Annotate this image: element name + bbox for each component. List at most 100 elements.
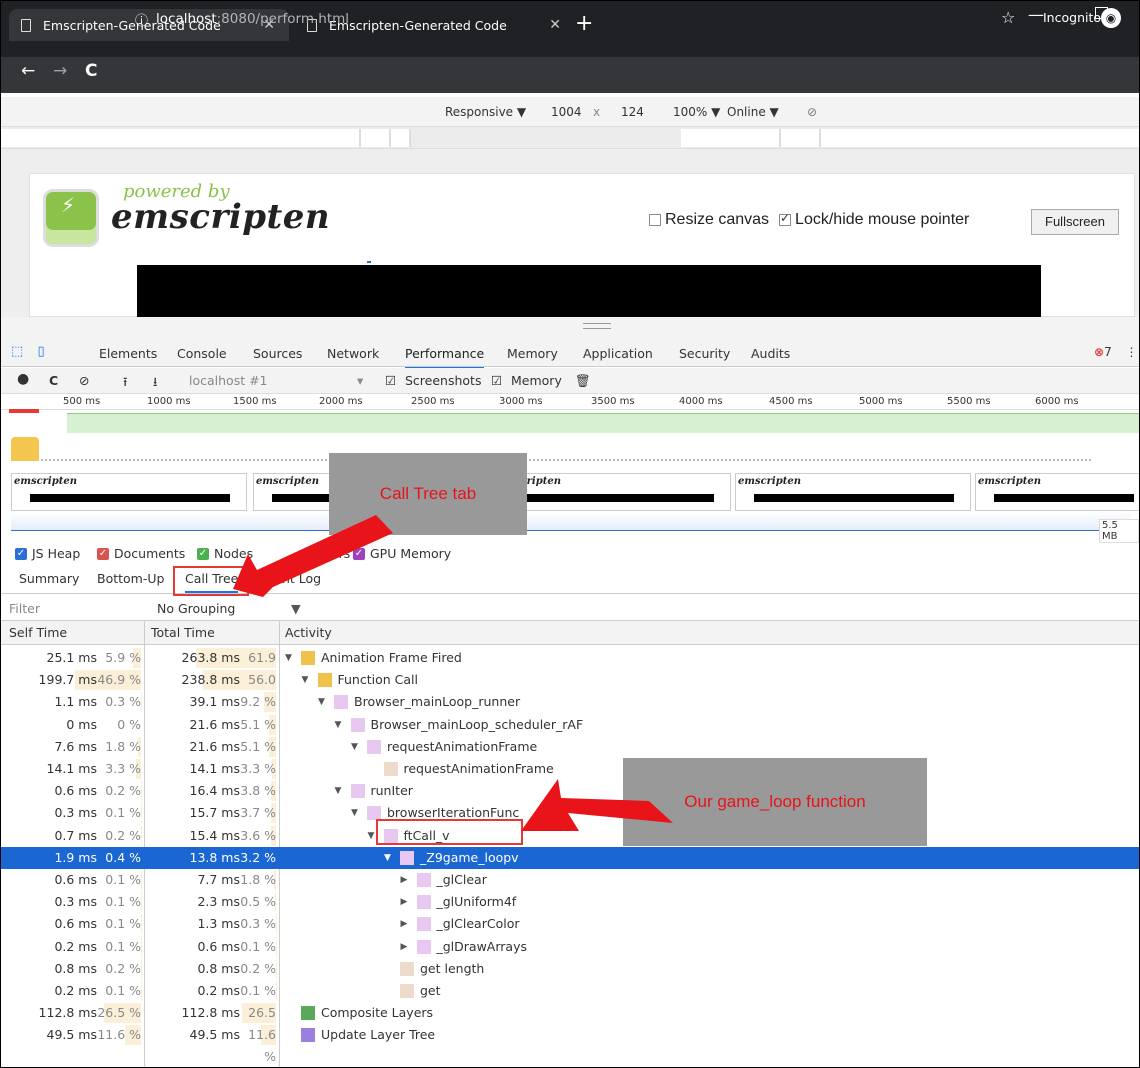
filter-input[interactable]: Filter [9, 601, 40, 616]
table-row[interactable]: 112.8 ms26.5 %112.8 ms26.5 %Composite La… [1, 1002, 1139, 1042]
table-row[interactable]: 25.1 ms 5.9 % 263.8 ms 61.9 % ▼ Animation Fra… [1, 647, 1139, 687]
tab-memory[interactable]: Memory [507, 346, 558, 361]
activity-cell[interactable]: ▼ Animation Frame Fired [285, 647, 462, 669]
table-row[interactable]: 0.6 ms 0.1 % 1.3 ms 0.3 % ▶ _glClearColor [1, 913, 1139, 935]
screenshot-thumbnail[interactable]: emscripten [11, 473, 247, 511]
activity-cell[interactable]: get [384, 980, 441, 1002]
screenshots-checkbox[interactable]: ☑ [385, 373, 396, 388]
reload-profile-icon[interactable]: C [49, 373, 58, 388]
table-row[interactable]: 0.2 ms 0.1 % 0.6 ms 0.1 % ▶ _glDrawArrays [1, 936, 1139, 958]
table-row[interactable]: 199.7 ms46.9 % 238.8 ms 56.0 % ▼ Function Ca… [1, 669, 1139, 709]
expand-toggle-icon[interactable]: ▼ [285, 647, 295, 669]
tab-performance[interactable]: Performance [405, 346, 485, 369]
header-activity[interactable]: Activity [285, 625, 332, 640]
tab-bottom-up[interactable]: Bottom-Up [97, 571, 164, 586]
width-input[interactable]: 1004 [551, 105, 582, 119]
activity-cell[interactable]: get length [384, 958, 484, 980]
expand-toggle-icon[interactable]: ▼ [351, 736, 361, 758]
table-row[interactable]: 0.7 ms 0.2 % 15.4 ms 3.6 % ▼ ftCall_v [1, 825, 1139, 847]
table-row[interactable]: 0.6 ms 0.2 % 16.4 ms 3.8 % ▼ runIter [1, 780, 1139, 802]
activity-cell[interactable]: ▼ _Z9game_loopv [384, 847, 519, 869]
chevron-down-icon[interactable]: ▼ [291, 601, 301, 616]
screenshot-thumbnail[interactable]: emscripten [975, 473, 1139, 511]
lock-pointer-checkbox[interactable] [779, 211, 792, 226]
table-row[interactable]: 0.6 ms 0.1 % 7.7 ms 1.8 % ▶ _glClear [1, 869, 1139, 891]
header-total-time[interactable]: Total Time [151, 625, 215, 640]
url-field[interactable]: ⓘ localhost:8080/perform.html [135, 5, 1035, 33]
screenshot-thumbnail[interactable]: emscripten [735, 473, 971, 511]
forward-icon[interactable]: → [53, 61, 67, 81]
network-dropdown[interactable]: Online ▼ [727, 105, 779, 119]
legend-nodes[interactable]: ✓ Nodes [197, 546, 253, 561]
grouping-select[interactable]: No Grouping [157, 601, 235, 616]
expand-toggle-icon[interactable]: ▶ [401, 891, 411, 913]
expand-toggle-icon[interactable]: ▶ [401, 936, 411, 958]
expand-toggle-icon[interactable]: ▼ [302, 669, 312, 691]
table-row[interactable]: 49.5 ms 11.6 % 49.5 ms 11.6 % Update Layer T… [1, 1024, 1139, 1064]
tab-event-log[interactable]: Event Log [259, 571, 321, 586]
legend-documents[interactable]: ✓ Documents [97, 546, 185, 561]
expand-toggle-icon[interactable]: ▶ [401, 869, 411, 891]
inspect-icon[interactable]: ⬚ [11, 344, 23, 359]
zoom-dropdown[interactable]: 100% ▼ [673, 105, 720, 119]
chevron-down-icon[interactable]: ▾ [357, 373, 363, 388]
activity-cell[interactable]: ▼ Function Call [302, 669, 418, 691]
legend-js-heap[interactable]: ✓ JS Heap [15, 546, 80, 561]
device-mode-icon[interactable]: ▯ [37, 344, 44, 359]
save-profile-icon[interactable]: ⭳ [153, 373, 157, 394]
tab-elements[interactable]: Elements [99, 346, 157, 361]
rotate-icon[interactable]: ⊘ [807, 105, 817, 119]
devtools-splitter[interactable] [1, 317, 1139, 339]
bookmark-star-icon[interactable]: ☆ [1001, 8, 1015, 27]
table-row[interactable]: 7.6 ms 1.8 % 21.6 ms 5.1 % ▼ requestAnimation… [1, 736, 1139, 758]
garbage-collect-icon[interactable]: 🗑 [575, 373, 591, 389]
memory-checkbox[interactable]: ☑ [491, 373, 502, 388]
load-profile-icon[interactable]: ⭱ [123, 373, 127, 394]
legend-gpu-memory[interactable]: ✓ GPU Memory [353, 546, 451, 561]
tab-console[interactable]: Console [177, 346, 227, 361]
tab-audits[interactable]: Audits [751, 346, 790, 361]
tab-application[interactable]: Application [583, 346, 653, 361]
incognito-icon[interactable]: ◉ [1101, 8, 1121, 28]
expand-toggle-icon[interactable]: ▼ [384, 847, 394, 869]
activity-cell[interactable]: Update Layer Tree [285, 1024, 435, 1046]
game-canvas[interactable] [137, 265, 1041, 317]
screenshot-thumbnail[interactable]: emscripten [495, 473, 731, 511]
activity-cell[interactable]: ▼ requestAnimationFrame [351, 736, 537, 758]
table-row[interactable]: 0.3 ms 0.1 % 15.7 ms 3.7 % ▼ browserIteration… [1, 802, 1139, 824]
activity-cell[interactable]: ▶ _glDrawArrays [401, 936, 527, 958]
reload-icon[interactable]: C [85, 61, 97, 81]
tab-sources[interactable]: Sources [253, 346, 302, 361]
activity-cell[interactable]: Composite Layers [285, 1002, 433, 1024]
expand-toggle-icon[interactable]: ▼ [351, 802, 361, 824]
activity-cell[interactable]: ▶ _glUniform4f [401, 891, 516, 913]
clear-icon[interactable]: ⊘ [79, 373, 89, 388]
table-row[interactable]: 0.3 ms 0.1 % 2.3 ms 0.5 % ▶ _glUniform4f [1, 891, 1139, 913]
table-row[interactable]: 1.1 ms 0.3 % 39.1 ms 9.2 % ▼ Browser_mainLoop… [1, 691, 1139, 713]
activity-cell[interactable]: ▼ Browser_mainLoop_runner [318, 691, 520, 713]
table-row[interactable]: 0 ms 0 % 21.6 ms 5.1 % ▼ Browser_mainLoop_sch… [1, 714, 1139, 736]
expand-toggle-icon[interactable]: ▶ [401, 913, 411, 935]
activity-cell[interactable]: ▼ runIter [335, 780, 413, 802]
profile-select[interactable]: localhost #1 [189, 373, 268, 388]
height-input[interactable]: 124 [621, 105, 644, 119]
more-menu-icon[interactable]: ⋮ [1126, 345, 1138, 359]
tab-security[interactable]: Security [679, 346, 730, 361]
activity-cell[interactable]: ▶ _glClearColor [401, 913, 519, 935]
responsive-dropdown[interactable]: Responsive ▼ [445, 105, 526, 119]
error-badge[interactable]: ⊗7 ⋮ [1094, 345, 1138, 359]
table-row[interactable]: 0.8 ms 0.2 % 0.8 ms 0.2 % get length [1, 958, 1139, 980]
table-row[interactable]: 1.9 ms 0.4 % 13.8 ms 3.2 % ▼ _Z9game_loopv [1, 846, 1139, 869]
back-icon[interactable]: ← [21, 61, 35, 81]
tab-summary[interactable]: Summary [19, 571, 79, 586]
expand-toggle-icon[interactable]: ▼ [318, 691, 328, 713]
table-row[interactable]: 14.1 ms 3.3 % 14.1 ms 3.3 % requestAnimation… [1, 758, 1139, 780]
record-icon[interactable]: ● [17, 371, 29, 387]
header-self-time[interactable]: Self Time [9, 625, 67, 640]
expand-toggle-icon[interactable]: ▼ [335, 780, 345, 802]
expand-toggle-icon[interactable]: ▼ [335, 714, 345, 736]
resize-canvas-checkbox[interactable] [649, 214, 661, 226]
legend-listeners[interactable]: ners [323, 546, 350, 561]
activity-cell[interactable]: ▶ _glClear [401, 869, 487, 891]
media-query-ruler[interactable] [1, 127, 1139, 149]
